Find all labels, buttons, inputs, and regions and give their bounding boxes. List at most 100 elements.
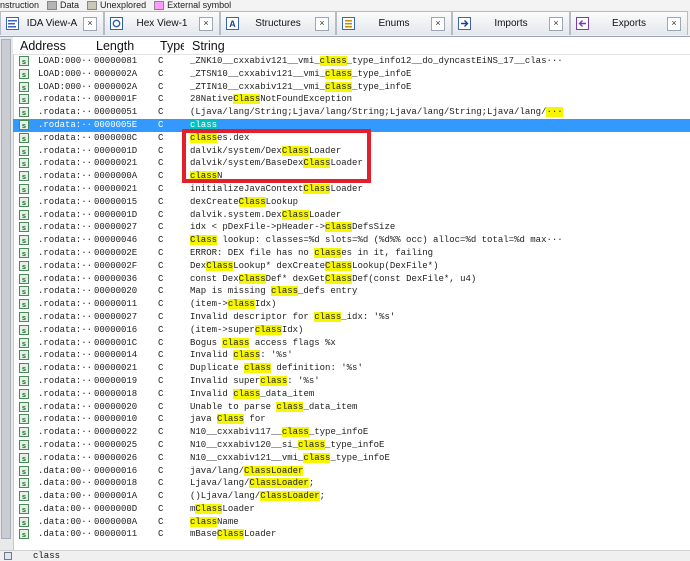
address-cell: LOAD:000··· — [38, 68, 93, 79]
search-match-highlight: class — [298, 439, 326, 450]
table-row[interactable]: s .data:00··· 0000001A C ()Ljava/lang/ClassL… — [13, 490, 690, 503]
table-row[interactable]: s LOAD:000··· 0000002A C _ZTSN10__cxxabiv121… — [13, 68, 690, 81]
type-cell: C — [158, 235, 164, 246]
length-cell: 0000002E — [94, 247, 138, 258]
table-row[interactable]: s .rodata:··· 00000020 C Unable to parse cla… — [13, 401, 690, 414]
table-row[interactable]: s .rodata:··· 00000016 C (item->superclassId… — [13, 324, 690, 337]
string-item-icon: s — [19, 324, 29, 335]
table-row[interactable]: s .rodata:··· 00000019 C Invalid superclass:… — [13, 375, 690, 388]
table-row[interactable]: s .rodata:··· 00000026 C N10__cxxabiv121__vm… — [13, 452, 690, 465]
tab-hex-view[interactable]: Hex View-1 × — [104, 11, 220, 35]
table-row[interactable]: s .rodata:··· 0000002E C ERROR: DEX file has… — [13, 247, 690, 260]
address-cell: .rodata:··· — [38, 363, 93, 374]
tab-structures[interactable]: A Structures × — [220, 11, 336, 35]
svg-text:s: s — [22, 441, 26, 450]
table-row[interactable]: s .data:00··· 0000000D CmClassLoader — [13, 503, 690, 516]
table-row[interactable]: s .rodata:··· 0000001F C 28NativeClassNotFou… — [13, 93, 690, 106]
length-cell: 00000026 — [94, 452, 138, 463]
table-row[interactable]: s LOAD:000··· 00000081 C _ZNK10__cxxabiv121_… — [13, 55, 690, 68]
table-row[interactable]: s .rodata:··· 00000027 Cidx < pDexFile->pHe… — [13, 221, 690, 234]
string-cell: Duplicate class definition: '%s' — [190, 363, 363, 374]
table-row[interactable]: s .rodata:··· 00000027 C Invalid descriptor … — [13, 311, 690, 324]
close-tab-icon[interactable]: × — [199, 16, 213, 31]
svg-text:s: s — [22, 454, 26, 463]
close-tab-icon[interactable]: × — [431, 16, 445, 31]
table-row[interactable]: s .data:00··· 00000011 CmBaseClassLoader — [13, 528, 690, 541]
search-match-highlight: Class — [238, 196, 266, 207]
length-cell: 00000025 — [94, 439, 138, 450]
length-cell: 00000051 — [94, 107, 138, 118]
table-row[interactable]: s .rodata:··· 00000036 Cconst DexClassDef* … — [13, 273, 690, 286]
string-cell: mClassLoader — [190, 503, 255, 514]
close-tab-icon[interactable]: × — [549, 16, 563, 31]
type-cell: C — [158, 491, 164, 502]
column-header-string[interactable]: String — [192, 39, 225, 53]
svg-text:s: s — [22, 211, 26, 220]
string-cell: (item->superclassIdx) — [190, 324, 304, 335]
tab-bar: IDA View-A × Hex View-1 × A Structures × Enums ×… — [0, 10, 690, 37]
close-tab-icon[interactable]: × — [83, 16, 97, 31]
string-cell: _ZTSN10__cxxabiv121__vmi_class_type_info… — [190, 68, 412, 79]
vertical-scrollbar[interactable] — [0, 37, 14, 550]
table-row[interactable]: s .rodata:··· 00000051 C (Ljava/lang/String;… — [13, 106, 690, 119]
table-row[interactable]: s .rodata:··· 0000001C C Bogus class access … — [13, 337, 690, 350]
string-cell: Unable to parse class_data_item — [190, 401, 358, 412]
table-row[interactable]: s .rodata:··· 00000022 C N10__cxxabiv117__cl… — [13, 426, 690, 439]
table-row[interactable]: s .rodata:··· 00000014 C Invalid class: '%s' — [13, 349, 690, 362]
address-cell: .rodata:··· — [38, 350, 93, 361]
table-row[interactable]: s .rodata:··· 00000015 CdexCreateClassLooku… — [13, 196, 690, 209]
svg-text:s: s — [22, 172, 26, 181]
search-match-highlight: Class — [325, 260, 353, 271]
string-item-icon: s — [19, 401, 29, 412]
table-row[interactable]: s .data:00··· 0000000A CclassName — [13, 516, 690, 529]
close-tab-icon[interactable]: × — [315, 16, 329, 31]
table-row[interactable]: s .rodata:··· 0000001D Cdalvik.system.DexCl… — [13, 209, 690, 222]
address-cell: .data:00··· — [38, 529, 93, 540]
table-row[interactable]: s .rodata:··· 00000011 C (item->classIdx) — [13, 298, 690, 311]
scrollbar-thumb[interactable] — [1, 39, 11, 539]
address-cell: .data:00··· — [38, 465, 93, 476]
address-cell: .rodata:··· — [38, 183, 93, 194]
address-cell: .data:00··· — [38, 491, 93, 502]
svg-text:s: s — [22, 108, 26, 117]
type-cell: C — [158, 529, 164, 540]
table-row[interactable]: s .rodata:··· 00000025 C N10__cxxabiv120__si… — [13, 439, 690, 452]
svg-text:s: s — [22, 518, 26, 527]
close-tab-icon[interactable]: × — [667, 16, 681, 31]
table-row[interactable]: s .rodata:··· 00000018 C Invalid class_data_… — [13, 388, 690, 401]
type-cell: C — [158, 337, 164, 348]
table-row[interactable]: s .rodata:··· 00000046 C Class lookup: class… — [13, 234, 690, 247]
string-cell: 28NativeClassNotFoundException — [190, 94, 353, 105]
svg-text:s: s — [22, 351, 26, 360]
table-row[interactable]: s .data:00··· 00000018 C Ljava/lang/ClassLoa… — [13, 477, 690, 490]
address-cell: .rodata:··· — [38, 247, 93, 258]
legend-swatch — [47, 0, 58, 10]
table-row[interactable]: s LOAD:000··· 0000002A C _ZTIN10__cxxabiv121… — [13, 81, 690, 94]
tab-exports[interactable]: Exports × — [570, 11, 688, 35]
table-row[interactable]: s .rodata:··· 00000021 C Duplicate class def… — [13, 362, 690, 375]
tab-enums[interactable]: Enums × — [336, 11, 452, 35]
table-row[interactable]: s .rodata:··· 0000002F C DexClassLookup* dex… — [13, 260, 690, 273]
column-header-address[interactable]: Address — [20, 39, 66, 53]
string-cell: idx < pDexFile->pHeader->classDefsSize — [190, 222, 396, 233]
column-header-length[interactable]: Length — [96, 39, 134, 53]
address-cell: .rodata:··· — [38, 299, 93, 310]
length-cell: 00000036 — [94, 273, 138, 284]
tab-ida-view[interactable]: IDA View-A × — [0, 11, 104, 35]
table-row[interactable]: s .rodata:··· 00000021 CinitializeJavaConte… — [13, 183, 690, 196]
table-row[interactable]: s .rodata:··· 00000010 Cjava Class for — [13, 413, 690, 426]
string-cell: Ljava/lang/ClassLoader; — [190, 478, 315, 489]
svg-text:s: s — [22, 236, 26, 245]
length-cell: 0000002F — [94, 260, 138, 271]
table-row[interactable]: s .rodata:··· 00000020 C Map is missing clas… — [13, 285, 690, 298]
address-cell: .data:00··· — [38, 503, 93, 514]
tab-label: Exports — [612, 18, 646, 29]
string-cell: Class lookup: classes=%d slots=%d (%d%% … — [190, 235, 563, 246]
string-cell: Bogus class access flags %x — [190, 337, 336, 348]
table-row[interactable]: s .data:00··· 00000016 Cjava/lang/ClassLoad… — [13, 465, 690, 478]
column-header-type[interactable]: Type — [160, 39, 184, 53]
length-cell: 0000002A — [94, 81, 138, 92]
search-match-highlight: class — [254, 324, 282, 335]
type-cell: C — [158, 56, 164, 66]
tab-imports[interactable]: Imports × — [452, 11, 570, 35]
